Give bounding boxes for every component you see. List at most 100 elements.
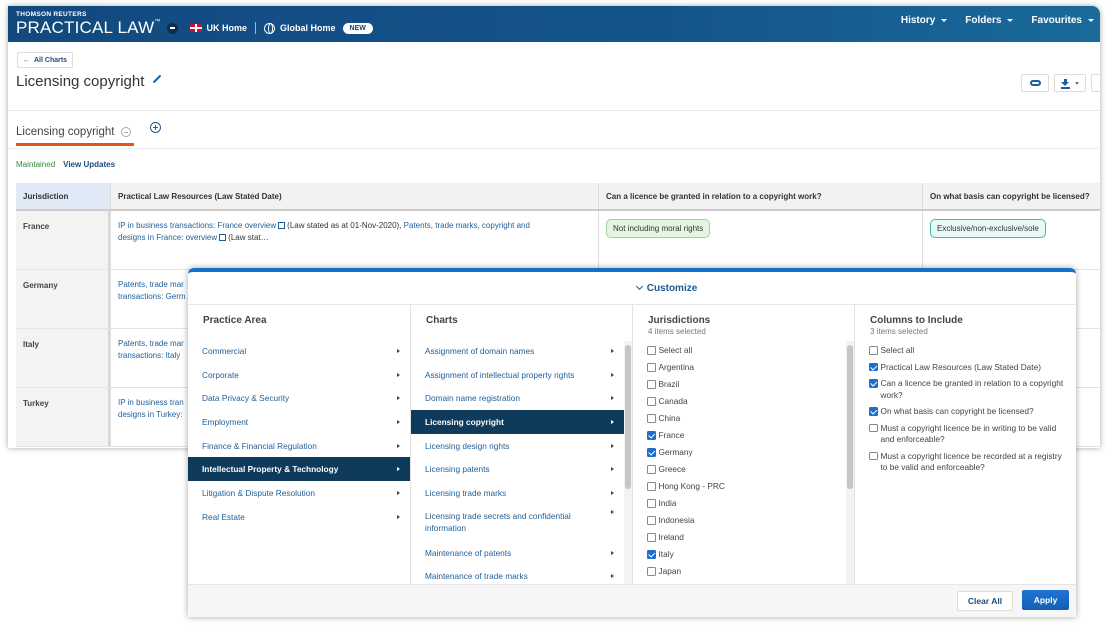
jurisdiction-checkbox-item[interactable]: Canada bbox=[647, 396, 854, 408]
download-button[interactable] bbox=[1054, 74, 1086, 92]
jurisdiction-checkbox-item[interactable]: China bbox=[647, 413, 854, 425]
checkbox-unchecked[interactable] bbox=[647, 499, 656, 508]
practice-area-menu-item[interactable]: Finance & Financial Regulation bbox=[188, 434, 410, 458]
column-header-licence-granted[interactable]: Can a licence be granted in relation to … bbox=[598, 183, 922, 209]
history-menu[interactable]: History bbox=[901, 15, 948, 26]
column-checkbox-item[interactable]: Must a copyright licence be recorded at … bbox=[869, 451, 1066, 474]
column-checkbox-item[interactable]: Can a licence be granted in relation to … bbox=[869, 378, 1066, 401]
checkbox-unchecked[interactable] bbox=[869, 451, 878, 460]
resource-link[interactable]: designs in Turkey: bbox=[118, 410, 182, 419]
resource-link[interactable]: designs in France: overview bbox=[118, 233, 217, 242]
checkbox-checked[interactable] bbox=[647, 431, 656, 440]
brand-collapse-toggle-icon[interactable] bbox=[166, 22, 178, 34]
jurisdiction-checkbox-item[interactable]: Italy bbox=[647, 549, 854, 561]
resource-link[interactable]: transactions: Germ bbox=[118, 292, 186, 301]
clear-all-button[interactable]: Clear All bbox=[957, 591, 1013, 611]
jurisdiction-checkbox-item[interactable]: Japan bbox=[647, 566, 854, 578]
checkbox-unchecked[interactable] bbox=[647, 397, 656, 406]
checkbox-unchecked[interactable] bbox=[647, 533, 656, 542]
chart-menu-item[interactable]: Licensing copyright bbox=[411, 410, 624, 434]
checkbox-checked[interactable] bbox=[869, 362, 878, 371]
caret-right-icon bbox=[611, 372, 614, 377]
checkbox-unchecked[interactable] bbox=[647, 414, 656, 423]
checkbox-checked[interactable] bbox=[647, 448, 656, 457]
copy-link-button[interactable] bbox=[1021, 74, 1049, 92]
chart-menu-item[interactable]: Assignment of domain names bbox=[411, 339, 624, 363]
checkbox-unchecked[interactable] bbox=[647, 363, 656, 372]
checkbox-unchecked[interactable] bbox=[869, 423, 878, 432]
chart-menu-item[interactable]: Licensing trade secrets and confidential… bbox=[411, 505, 624, 541]
folders-menu[interactable]: Folders bbox=[965, 15, 1014, 26]
checkbox-unchecked[interactable] bbox=[647, 567, 656, 576]
jurisdiction-checkbox-item[interactable]: Indonesia bbox=[647, 515, 854, 527]
column-checkbox-item[interactable]: Practical Law Resources (Law Stated Date… bbox=[869, 362, 1066, 374]
checkbox-unchecked[interactable] bbox=[647, 380, 656, 389]
jurisdiction-checkbox-item[interactable]: Hong Kong - PRC bbox=[647, 481, 854, 493]
charts-scrollbar[interactable] bbox=[625, 345, 631, 489]
jurisdiction-checkbox-item[interactable]: Select all bbox=[647, 345, 854, 357]
chart-menu-item[interactable]: Assignment of intellectual property righ… bbox=[411, 363, 624, 387]
chart-menu-item[interactable]: Licensing trade marks bbox=[411, 481, 624, 505]
checkbox-checked[interactable] bbox=[869, 379, 878, 388]
checkbox-checked[interactable] bbox=[869, 407, 878, 416]
resource-link[interactable]: Patents, trade marks, copyright and bbox=[404, 221, 530, 230]
checkbox-label: Ireland bbox=[658, 532, 684, 542]
jurisdiction-checkbox-item[interactable]: Ireland bbox=[647, 532, 854, 544]
jurisdiction-checkbox-item[interactable]: Greece bbox=[647, 464, 854, 476]
menu-item-label: Real Estate bbox=[202, 511, 245, 522]
jurisdictions-scrollbar[interactable] bbox=[847, 345, 853, 489]
jurisdiction-checkbox-item[interactable]: Argentina bbox=[647, 362, 854, 374]
column-header-resources[interactable]: Practical Law Resources (Law Stated Date… bbox=[110, 183, 598, 209]
jurisdiction-checkbox-item[interactable]: France bbox=[647, 430, 854, 442]
practice-area-menu-item[interactable]: Intellectual Property & Technology bbox=[188, 457, 410, 482]
uk-home-link[interactable]: UK Home bbox=[178, 23, 247, 33]
resource-link[interactable]: IP in business transactions: France over… bbox=[118, 221, 276, 230]
practice-area-menu-item[interactable]: Real Estate bbox=[188, 505, 410, 529]
column-checkbox-item[interactable]: Select all bbox=[869, 345, 1066, 357]
practice-area-menu-item[interactable]: Data Privacy & Security bbox=[188, 386, 410, 410]
jurisdiction-checkbox-item[interactable]: Germany bbox=[647, 447, 854, 459]
globe-icon bbox=[264, 22, 276, 34]
favourites-menu[interactable]: Favourites bbox=[1031, 15, 1094, 26]
practice-area-menu-item[interactable]: Corporate bbox=[188, 363, 410, 387]
jurisdictions-heading: Jurisdictions bbox=[648, 315, 711, 326]
jurisdiction-checkbox-item[interactable]: India bbox=[647, 498, 854, 510]
apply-button[interactable]: Apply bbox=[1022, 590, 1069, 610]
all-charts-back-button[interactable]: ← All Charts bbox=[17, 52, 74, 68]
law-stated-date: (Law stated as at 01-Nov-2020), bbox=[287, 221, 402, 230]
checkbox-unchecked[interactable] bbox=[647, 465, 656, 474]
chart-menu-item[interactable]: Licensing design rights bbox=[411, 434, 624, 458]
practice-area-menu-item[interactable]: Employment bbox=[188, 410, 410, 434]
more-toolbar-button[interactable] bbox=[1091, 74, 1100, 92]
add-tab-icon[interactable] bbox=[150, 122, 161, 133]
column-checkbox-item[interactable]: On what basis can copyright be licensed? bbox=[869, 406, 1066, 418]
pencil-edit-icon[interactable] bbox=[153, 74, 162, 83]
resource-link[interactable]: transactions: Italy bbox=[118, 351, 180, 360]
resource-link[interactable]: Patents, trade mar bbox=[118, 339, 184, 348]
global-home-link[interactable]: Global Home bbox=[264, 22, 336, 34]
checkbox-checked[interactable] bbox=[647, 550, 656, 559]
checkbox-unchecked[interactable] bbox=[647, 346, 656, 355]
checkbox-unchecked[interactable] bbox=[869, 346, 878, 355]
caret-down-icon bbox=[1007, 19, 1014, 22]
column-header-jurisdiction[interactable]: Jurisdiction bbox=[16, 183, 110, 209]
chart-menu-item[interactable]: Licensing patents bbox=[411, 457, 624, 481]
top-nav-menus: History Folders Favourites bbox=[901, 15, 1094, 26]
checkbox-label: Can a licence be granted in relation to … bbox=[880, 378, 1064, 400]
jurisdiction-checkbox-item[interactable]: Brazil bbox=[647, 379, 854, 391]
column-header-basis[interactable]: On what basis can copyright be licensed? bbox=[922, 183, 1100, 209]
practice-area-menu-item[interactable]: Litigation & Dispute Resolution bbox=[188, 481, 410, 505]
remove-tab-icon[interactable] bbox=[121, 127, 132, 137]
practical-law-logo[interactable]: THOMSON REUTERS PRACTICAL LAW™ bbox=[16, 11, 161, 36]
chart-menu-item[interactable]: Maintenance of patents bbox=[411, 541, 624, 565]
checkbox-unchecked[interactable] bbox=[647, 482, 656, 491]
view-updates-link[interactable]: View Updates bbox=[63, 160, 115, 169]
customize-toggle[interactable]: Customize bbox=[188, 272, 1076, 305]
checkbox-unchecked[interactable] bbox=[647, 516, 656, 525]
column-checkbox-item[interactable]: Must a copyright licence be in writing t… bbox=[869, 423, 1066, 446]
tab-licensing-copyright[interactable]: Licensing copyright bbox=[16, 118, 134, 146]
resource-link[interactable]: IP in business tran bbox=[118, 398, 184, 407]
chart-menu-item[interactable]: Domain name registration bbox=[411, 386, 624, 410]
resource-link[interactable]: Patents, trade mar bbox=[118, 280, 184, 289]
practice-area-menu-item[interactable]: Commercial bbox=[188, 339, 410, 363]
